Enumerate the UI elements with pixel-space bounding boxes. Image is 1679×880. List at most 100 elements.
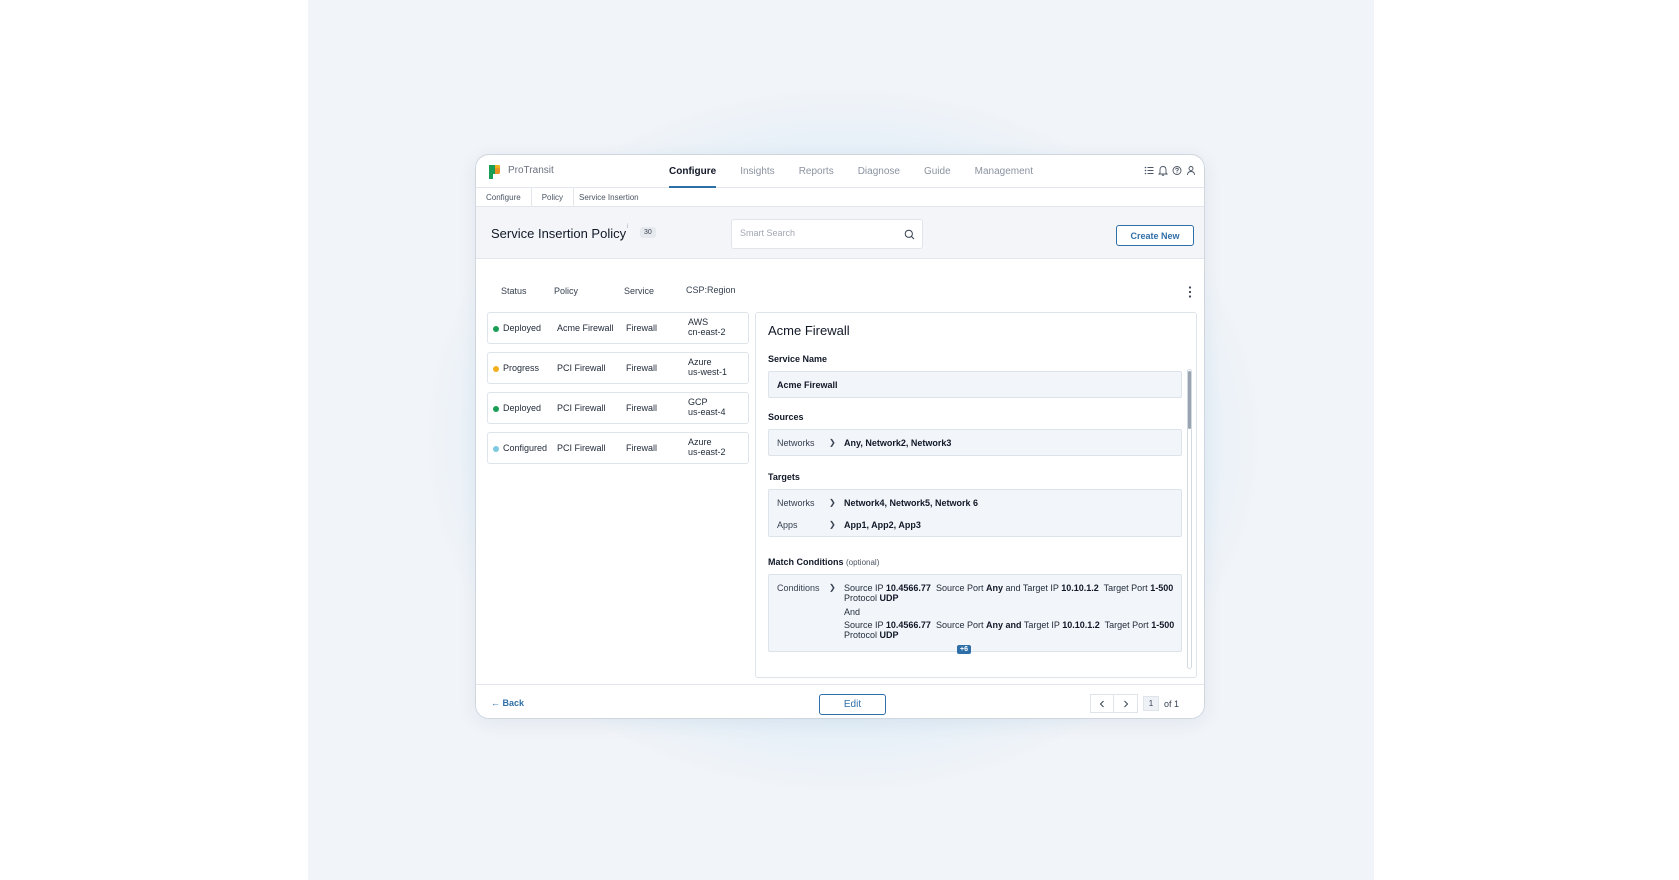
row-region: us-west-1 [688,367,728,377]
column-header-csp-region[interactable]: CSP:Region [686,285,736,295]
row-csp: AWS [688,317,709,327]
nav-configure[interactable]: Configure [669,155,717,188]
row-status: Deployed [503,323,542,333]
breadcrumb-policy[interactable]: Policy [532,188,575,207]
policy-count-badge: 30 [640,227,656,238]
row-service: Firewall [626,363,658,373]
chevron-right-icon[interactable]: ❯ [829,438,836,447]
column-header-policy[interactable]: Policy [554,286,578,296]
create-new-button[interactable]: Create New [1116,225,1194,246]
row-region: us-east-2 [688,447,726,457]
smart-search [731,219,923,249]
status-dot [493,366,499,372]
row-policy: PCI Firewall [557,363,606,373]
match-conditions-label: Match Conditions (optional) [768,557,879,567]
row-csp: Azure [688,437,712,447]
targets-networks-value: Network4, Network5, Network 6 [844,498,979,508]
search-input[interactable] [740,228,890,238]
nav-diagnose[interactable]: Diagnose [858,155,900,188]
row-service: Firewall [626,403,658,413]
breadcrumb-service-insertion: Service Insertion [579,193,639,202]
chevron-left-icon [1099,700,1104,707]
detail-scrollbar[interactable] [1187,369,1192,669]
nav-guide[interactable]: Guide [924,155,951,188]
service-name-field[interactable]: Acme Firewall [768,371,1182,398]
breadcrumb: Configure Policy Service Insertion [476,188,1204,207]
row-csp-region: AWS cn-east-2 [688,317,726,337]
chevron-right-icon[interactable]: ❯ [829,498,836,507]
policy-detail-panel: Acme Firewall Service Name Acme Firewall… [755,312,1197,678]
page-number-input[interactable]: 1 [1143,696,1159,711]
sources-box: Networks ❯ Any, Network2, Network3 [768,429,1182,456]
row-csp: Azure [688,357,712,367]
app-window: ProTransit Configure Insights Reports Di… [475,154,1205,719]
table-row[interactable]: Progress PCI Firewall Firewall Azure us-w… [487,352,749,384]
page-header: Service Insertion Policy i 30 Create New [476,207,1204,259]
status-dot [493,406,499,412]
row-csp: GCP [688,397,708,407]
breadcrumb-configure[interactable]: Configure [476,188,532,207]
main-nav: Configure Insights Reports Diagnose Guid… [669,155,1057,188]
brand-name: ProTransit [508,165,554,176]
status-dot [493,446,499,452]
row-region: cn-east-2 [688,327,726,337]
row-status: Deployed [503,403,542,413]
table-row[interactable]: Deployed Acme Firewall Firewall AWS cn-ea… [487,312,749,344]
table-row[interactable]: Deployed PCI Firewall Firewall GCP us-eas… [487,392,749,424]
search-icon[interactable] [904,229,915,240]
help-icon[interactable] [1172,165,1182,176]
column-header-status[interactable]: Status [501,286,527,296]
targets-networks-key: Networks [777,498,815,508]
condition-1-line-1: Source IP 10.4566.77 Source Port Any and… [844,583,1174,593]
column-header-service[interactable]: Service [624,286,654,296]
row-service: Firewall [626,323,658,333]
sources-key: Networks [777,438,815,448]
targets-apps-key: Apps [777,520,798,530]
pagination: 1 of 1 [1090,694,1179,713]
conditions-box: Conditions ❯ Source IP 10.4566.77 Source… [768,574,1182,652]
targets-box: Networks ❯ Network4, Network5, Network 6… [768,489,1182,537]
condition-2-line-1: Source IP 10.4566.77 Source Port Any and… [844,620,1175,630]
row-status: Configured [503,443,548,453]
sources-value: Any, Network2, Network3 [844,438,952,448]
chevron-right-icon[interactable]: ❯ [829,583,836,592]
condition-joiner: And [844,607,861,617]
info-icon[interactable]: i [627,224,628,230]
row-csp-region: Azure us-west-1 [688,357,727,377]
user-icon[interactable] [1186,165,1196,176]
service-name-label: Service Name [768,354,828,364]
page-title: Service Insertion Policy [491,226,627,241]
page-footer: ← Back Edit 1 of 1 [476,684,1204,718]
chevron-right-icon [1123,700,1128,707]
more-options-icon[interactable] [1188,285,1192,299]
row-region: us-east-4 [688,407,726,417]
edit-button[interactable]: Edit [819,694,886,715]
service-name-value: Acme Firewall [777,380,838,390]
nav-reports[interactable]: Reports [799,155,834,188]
row-status: Progress [503,363,540,373]
status-dot [493,326,499,332]
more-conditions-badge[interactable]: +6 [957,645,971,654]
targets-label: Targets [768,472,800,482]
match-conditions-title: Match Conditions [768,557,844,567]
next-page-button[interactable] [1114,694,1138,713]
optional-note: (optional) [846,558,880,567]
chevron-right-icon[interactable]: ❯ [829,520,836,529]
scrollbar-thumb[interactable] [1188,371,1191,429]
nav-insights[interactable]: Insights [740,155,774,188]
row-csp-region: Azure us-east-2 [688,437,726,457]
condition-1-line-2: Protocol UDP [844,593,899,603]
conditions-key: Conditions [777,583,820,593]
page-total: of 1 [1164,698,1180,709]
prev-page-button[interactable] [1090,694,1114,713]
condition-2-line-2: Protocol UDP [844,630,899,640]
bell-icon[interactable] [1158,165,1168,176]
row-policy: Acme Firewall [557,323,614,333]
list-icon[interactable] [1144,165,1154,176]
targets-apps-value: App1, App2, App3 [844,520,921,530]
row-csp-region: GCP us-east-4 [688,397,726,417]
nav-management[interactable]: Management [975,155,1033,188]
detail-title: Acme Firewall [768,323,850,338]
table-row[interactable]: Configured PCI Firewall Firewall Azure us… [487,432,749,464]
back-link[interactable]: ← Back [491,698,524,708]
